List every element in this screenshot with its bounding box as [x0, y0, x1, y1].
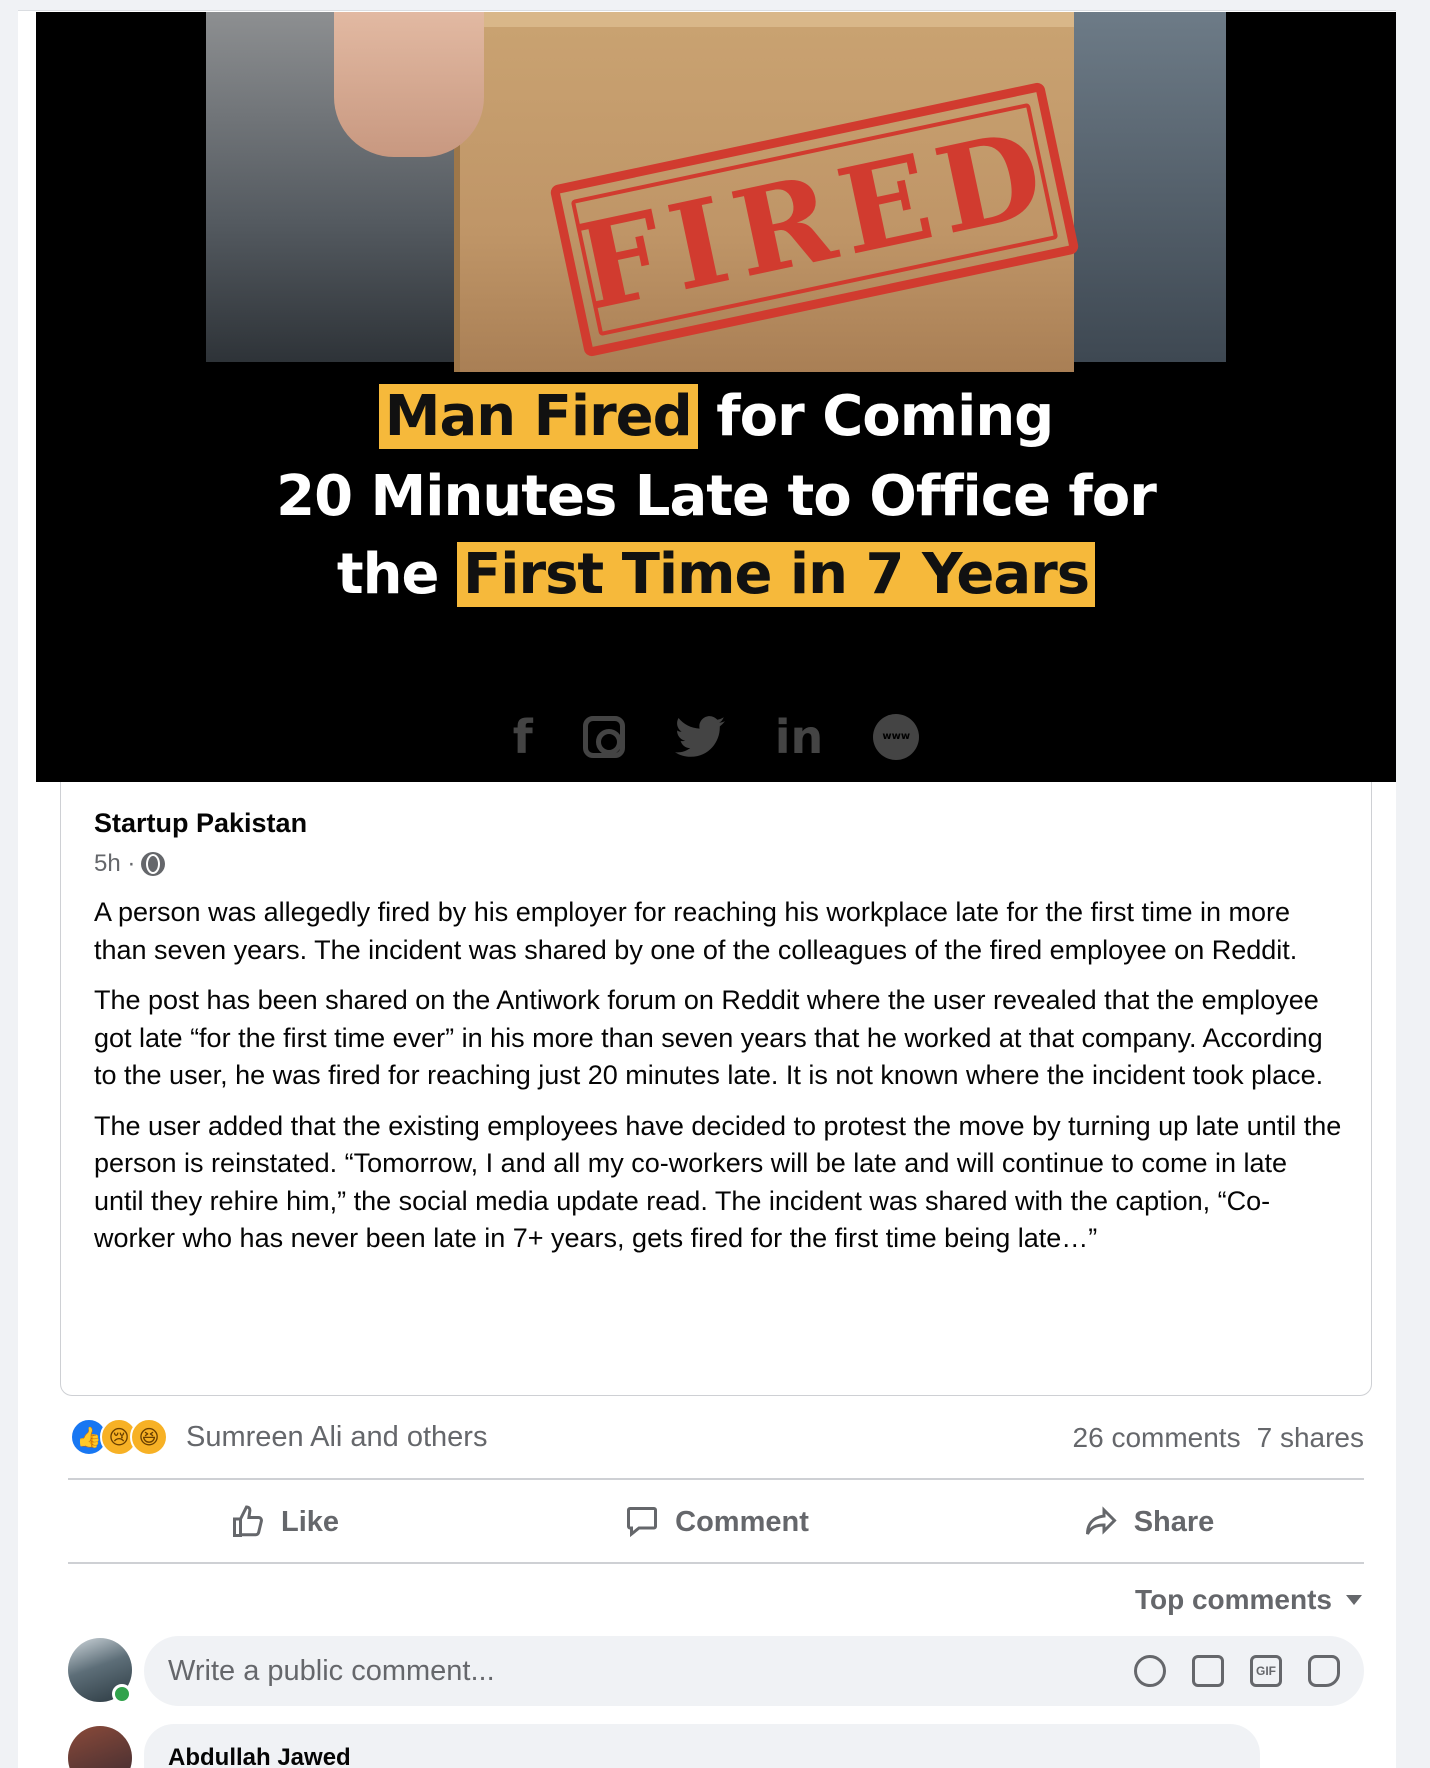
post-meta: 5h · — [94, 850, 166, 878]
like-button[interactable]: Like — [68, 1484, 500, 1560]
comments-count[interactable]: 26 comments — [1073, 1422, 1241, 1454]
headline-line-3: the First Time in 7 Years — [36, 542, 1396, 607]
haha-icon: 😆 — [130, 1418, 168, 1456]
post-time[interactable]: 5h · — [94, 850, 135, 878]
comment-icon — [627, 1507, 658, 1538]
divider — [68, 1478, 1364, 1480]
action-bar: Like Comment Share — [68, 1484, 1364, 1560]
post-image[interactable]: FIRED Man Fired for Coming 20 Minutes La… — [36, 12, 1396, 782]
share-icon — [1085, 1506, 1117, 1535]
reactions-summary[interactable]: 👍 😢 😆 Sumreen Ali and others — [70, 1418, 487, 1456]
headline-line-2: 20 Minutes Late to Office for — [276, 464, 1157, 529]
headline-line-1: Man Fired for Coming — [36, 384, 1396, 449]
post-text: A person was allegedly fired by his empl… — [94, 894, 1344, 1271]
facebook-icon: f — [512, 710, 533, 764]
online-indicator — [112, 1684, 132, 1704]
share-button[interactable]: Share — [932, 1484, 1364, 1560]
instagram-icon — [582, 712, 625, 762]
linkedin-icon: in — [774, 710, 824, 764]
comment-button[interactable]: Comment — [500, 1484, 932, 1560]
thumbs-up-icon — [232, 1505, 263, 1537]
comment: Abdullah Jawed — [144, 1724, 1260, 1768]
social-icons: f in www — [36, 712, 1396, 762]
sticker-icon[interactable] — [1308, 1655, 1340, 1687]
comment-sort-dropdown[interactable]: Top comments — [1135, 1584, 1362, 1616]
divider — [68, 1562, 1364, 1564]
emoji-icon[interactable] — [1134, 1655, 1166, 1687]
shares-count[interactable]: 7 shares — [1257, 1422, 1364, 1454]
post-paragraph: A person was allegedly fired by his empl… — [94, 897, 1298, 965]
post-paragraph: The user added that the existing employe… — [94, 1110, 1342, 1254]
reactors-text[interactable]: Sumreen Ali and others — [186, 1421, 487, 1454]
page-name[interactable]: Startup Pakistan — [94, 808, 307, 839]
gif-icon[interactable]: GIF — [1250, 1655, 1282, 1687]
commenter-name[interactable]: Abdullah Jawed — [168, 1744, 1236, 1768]
comment-composer[interactable]: GIF — [144, 1636, 1364, 1706]
globe-icon — [141, 852, 166, 876]
www-icon: www — [873, 712, 920, 762]
comment-input[interactable] — [168, 1654, 1134, 1688]
hand — [334, 12, 484, 157]
post-paragraph: The post has been shared on the Antiwork… — [94, 985, 1324, 1090]
engagement-counts: 26 comments 7 shares — [1073, 1422, 1364, 1454]
twitter-icon — [674, 712, 725, 762]
caret-down-icon — [1346, 1595, 1362, 1605]
camera-icon[interactable] — [1192, 1655, 1224, 1687]
